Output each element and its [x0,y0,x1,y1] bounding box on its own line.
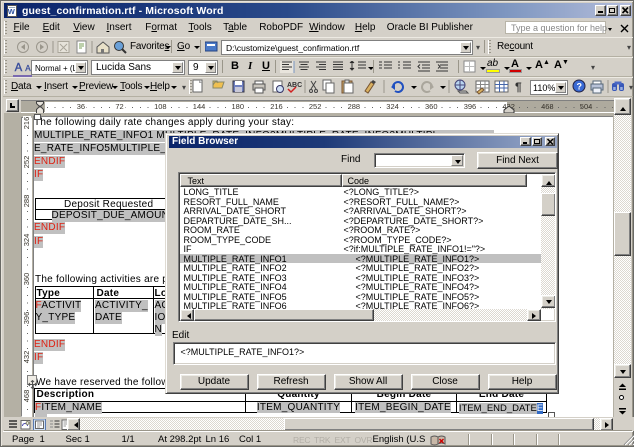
svg-text:W: W [8,7,16,16]
svg-text:?: ? [577,82,583,92]
svg-text:¶: ¶ [515,80,522,94]
